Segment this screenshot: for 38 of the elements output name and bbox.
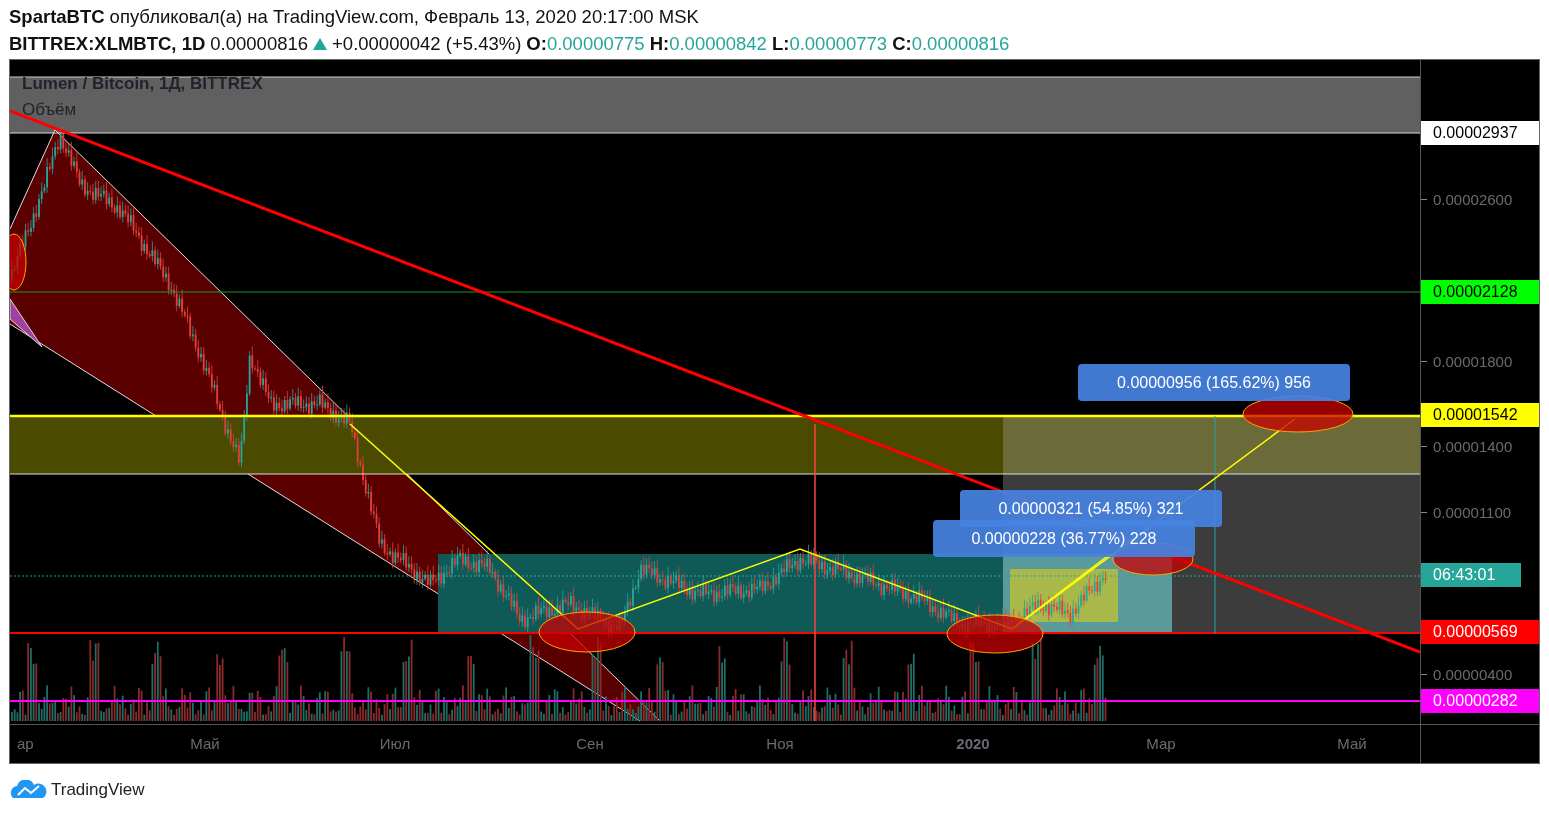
time-tick: Май (190, 735, 220, 752)
chart-title: Lumen / Bitcoin, 1Д, BITTREX (22, 74, 263, 94)
price-label: 0.00000569 (1421, 620, 1539, 644)
measure-label: 0.00000228 (36.77%) 228 (933, 520, 1195, 557)
price-change: +0.00000042 (+5.43%) (332, 33, 522, 55)
measure-label: 0.00000956 (165.62%) 956 (1078, 364, 1350, 401)
price-label: 0.00001542 (1421, 403, 1539, 427)
price-label: 0.00000282 (1421, 689, 1539, 713)
ohlc-label: H: (649, 33, 670, 55)
time-tick: 2020 (956, 735, 990, 752)
price-tick: 0.00002600 (1433, 190, 1513, 208)
time-tick: Мар (1146, 735, 1176, 752)
time-tick: Май (1337, 735, 1367, 752)
time-tick: Июл (379, 735, 411, 752)
brand-name[interactable]: TradingView (51, 780, 145, 800)
last-price: 0.00000816 (210, 33, 309, 55)
author-name[interactable]: SpartaBTC (9, 6, 105, 28)
price-label: 0.00002937 (1421, 121, 1539, 145)
price-tick: 0.00001400 (1433, 437, 1513, 455)
ohlc-label: O: (526, 33, 547, 55)
symbol-name: BITTREX:XLMBTC, 1D (9, 33, 206, 55)
volume-label: Объём (22, 100, 77, 120)
cloud-logo-icon (9, 780, 47, 800)
ohlc-value: 0.00000842 (669, 33, 767, 55)
price-tick: 0.00001100 (1433, 503, 1512, 521)
ohlc-value: 0.00000775 (546, 33, 645, 55)
ohlc-value: 0.00000773 (789, 33, 888, 55)
ohlc-label: L: (771, 33, 790, 55)
price-tick: 0.00001800 (1433, 352, 1513, 370)
time-tick: Ноя (766, 735, 794, 752)
price-label: 0.00002128 (1421, 280, 1539, 304)
price-tick: 0.00000400 (1433, 665, 1513, 683)
time-tick: ар (17, 735, 34, 752)
time-tick: Сен (576, 735, 604, 752)
publish-info: опубликовал(а) на TradingView.com, Февраль 13, 2020 20:17:00 MSK (109, 6, 699, 28)
price-label: 06:43:01 (1421, 563, 1521, 587)
ohlc-label: C: (892, 33, 912, 55)
ohlc-value: 0.00000816 (911, 33, 1010, 55)
